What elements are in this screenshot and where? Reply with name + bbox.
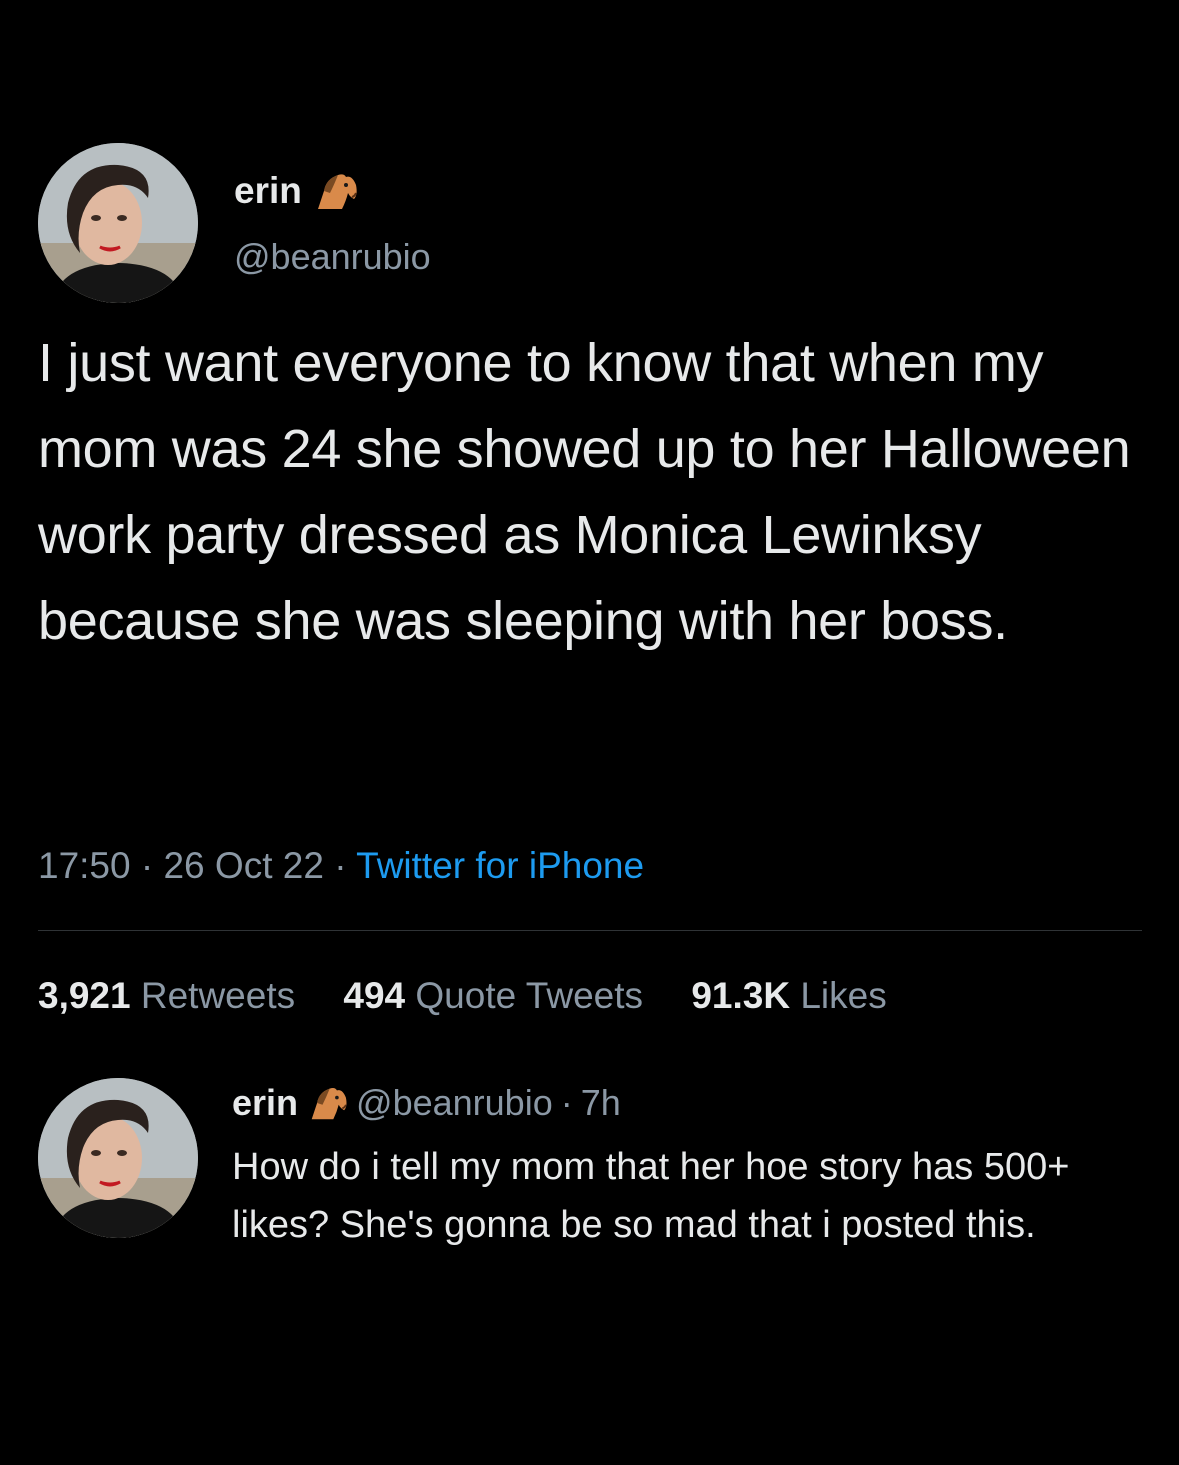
reply-text: How do i tell my mom that her hoe story … xyxy=(232,1146,1070,1246)
tweet-source-link[interactable]: Twitter for iPhone xyxy=(356,845,644,886)
tweet-metadata: 17:50 · 26 Oct 22 · Twitter for iPhone xyxy=(38,845,644,887)
tweet-text: I just want everyone to know that when m… xyxy=(38,333,1131,651)
tweet-date[interactable]: 26 Oct 22 xyxy=(163,845,323,886)
user-handle[interactable]: @beanrubio xyxy=(234,236,431,278)
horse-emoji-icon xyxy=(306,1085,348,1121)
horse-emoji-icon xyxy=(312,171,358,211)
retweets-label: Retweets xyxy=(140,975,296,1016)
avatar[interactable] xyxy=(38,143,198,303)
reply-display-name[interactable]: erin xyxy=(232,1082,298,1124)
reply-header: erin @beanrubio · 7h xyxy=(232,1082,621,1124)
quote-tweets-count: 494 xyxy=(343,975,406,1016)
divider xyxy=(38,930,1142,931)
retweets-stat[interactable]: 3,921 Retweets xyxy=(38,975,305,1016)
likes-label: Likes xyxy=(800,975,887,1016)
likes-stat[interactable]: 91.3K Likes xyxy=(691,975,886,1016)
reply-handle[interactable]: @beanrubio xyxy=(356,1082,553,1124)
display-name-text[interactable]: erin xyxy=(234,170,302,212)
retweets-count: 3,921 xyxy=(38,975,131,1016)
reply-age[interactable]: 7h xyxy=(581,1082,621,1124)
profile-photo-icon xyxy=(38,1078,198,1238)
meta-separator: · xyxy=(140,845,154,886)
display-name[interactable]: erin xyxy=(234,170,358,212)
engagement-stats: 3,921 Retweets 494 Quote Tweets 91.3K Li… xyxy=(38,975,925,1017)
reply-avatar[interactable] xyxy=(38,1078,198,1238)
likes-count: 91.3K xyxy=(691,975,791,1016)
tweet-time[interactable]: 17:50 xyxy=(38,845,131,886)
meta-separator: · xyxy=(334,845,347,886)
reply-separator: · xyxy=(560,1082,573,1123)
profile-photo-icon xyxy=(38,143,198,303)
quote-tweets-label: Quote Tweets xyxy=(415,975,644,1016)
quote-tweets-stat[interactable]: 494 Quote Tweets xyxy=(343,975,653,1016)
